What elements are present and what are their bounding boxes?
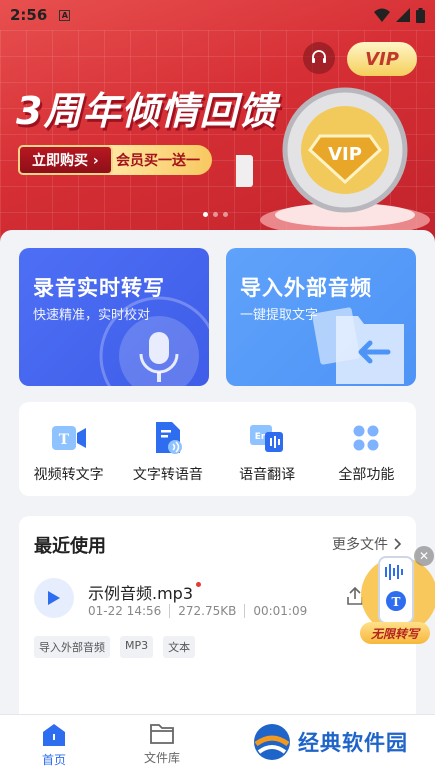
unlimited-transcribe-label[interactable]: 无限转写 [360,622,430,644]
banner-promo-text: 会员买一送一 [100,145,212,175]
play-icon [48,591,60,605]
watermark-text: 经典软件园 [298,731,408,755]
play-button[interactable] [34,578,74,618]
buy-now-button[interactable]: 立即购买 › [18,145,113,175]
tool-text-to-speech[interactable]: 文字转语音 [118,402,217,496]
tool-label: 文字转语音 [132,467,203,483]
file-date: 01-22 14:56 [88,604,162,618]
home-icon [43,724,65,746]
file-name: 示例音频.mp3 [88,584,194,603]
status-time: 2:56 [10,6,48,24]
banner-carousel-dots [203,212,228,217]
voice-translate-icon: En [249,420,285,456]
nav-file-library-label: 文件库 [143,751,180,765]
file-meta: 01-22 14:56 272.75KB 00:01:09 [88,604,315,618]
signal-icon [396,8,410,22]
file-tag: 导入外部音频 [34,636,110,658]
file-size: 272.75KB [169,604,244,618]
tool-label: 语音翻译 [239,467,296,483]
import-audio-card[interactable]: 导入外部音频 一键提取文字 [226,248,416,386]
battery-icon [416,7,425,23]
svg-text:T: T [58,432,69,448]
watermark: 经典软件园 [252,722,408,762]
anniversary-trophy-illustration: VIP [235,87,430,236]
tool-label: 视频转文字 [33,467,104,483]
file-tag: MP3 [120,636,154,658]
notification-icon: A [59,9,71,21]
tool-label: 全部功能 [338,467,395,483]
new-indicator-dot [196,582,202,587]
file-tag: 文本 [163,636,196,658]
tool-voice-translate[interactable]: En 语音翻译 [218,402,317,496]
file-tags: 导入外部音频 MP3 文本 [34,636,196,658]
nav-home-label: 首页 [41,753,66,767]
watermark-logo-icon [254,724,290,760]
text-to-speech-icon [150,420,186,456]
svg-text:T: T [392,595,401,609]
nav-file-library[interactable]: 文件库 [108,715,216,773]
nav-home[interactable]: 首页 [0,715,108,773]
tool-video-to-text[interactable]: T 视频转文字 [19,402,118,496]
record-transcribe-card[interactable]: 录音实时转写 快速精准，实时校对 [19,248,209,386]
file-item[interactable]: 示例音频.mp3 [88,580,202,604]
folder-import-icon [312,307,404,384]
main-content: 录音实时转写 快速精准，实时校对 导入外部音频 一键提取文字 T 视频转文字 文… [0,230,435,756]
file-duration: 00:01:09 [244,604,315,618]
close-icon[interactable]: ✕ [414,546,434,566]
tools-panel: T 视频转文字 文字转语音 En 语音翻译 全部功能 [19,402,416,496]
svg-text:VIP: VIP [328,144,362,165]
microphone-icon [99,296,209,386]
status-bar: 2:56 A [0,0,435,30]
folder-icon [150,724,174,744]
promo-banner[interactable]: 3周年倾情回馈 会员买一送一 立即购买 › VIP VIP [0,0,435,245]
wifi-icon [374,8,390,22]
video-to-text-icon: T [51,420,87,456]
recent-title: 最近使用 [34,536,106,557]
all-functions-icon [348,420,384,456]
tool-all-functions[interactable]: 全部功能 [317,402,416,496]
